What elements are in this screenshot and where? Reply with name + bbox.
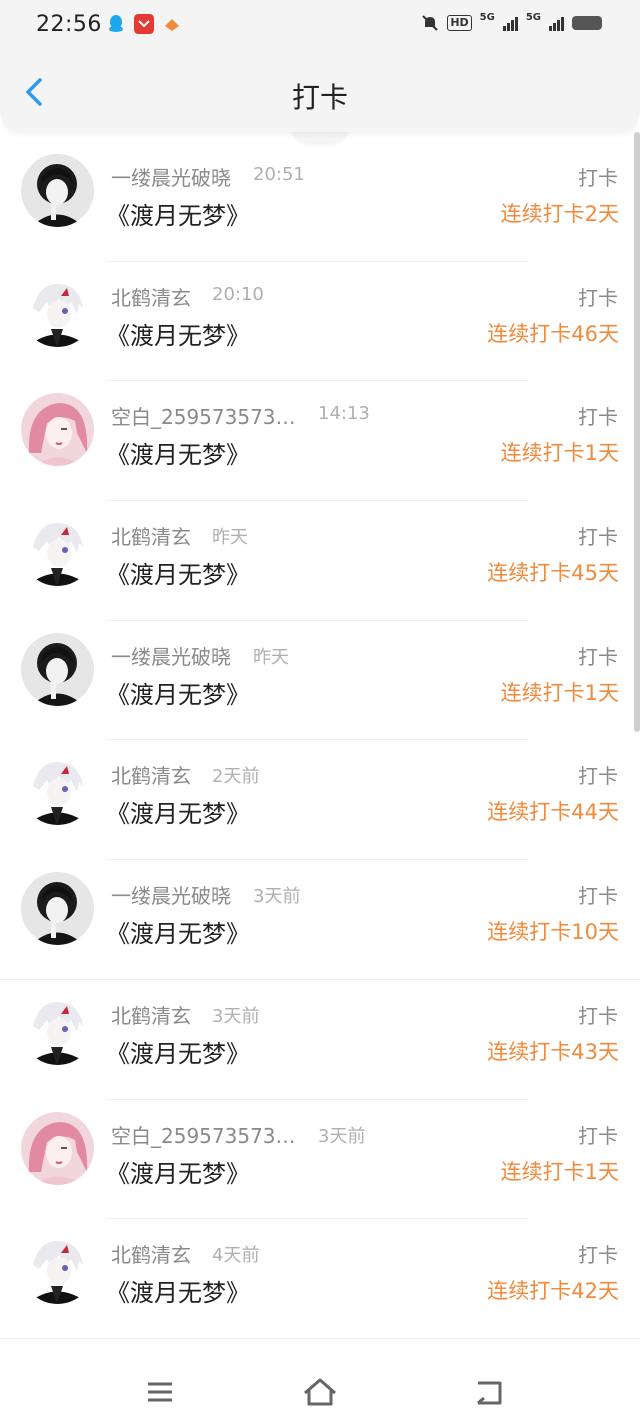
action-label: 打卡: [578, 525, 618, 550]
list-item[interactable]: 空白_259573573… 3天前《渡月无梦》 打卡连续打卡1天: [0, 1100, 640, 1220]
username[interactable]: 北鹤清玄: [111, 1239, 191, 1268]
network-5g-label-2: 5G: [525, 11, 541, 23]
avatar[interactable]: [21, 1111, 94, 1185]
book-title[interactable]: 《渡月无梦》: [106, 555, 250, 590]
signal-icon: [502, 15, 518, 31]
username[interactable]: 北鹤清玄: [111, 521, 191, 550]
avatar[interactable]: [21, 273, 94, 347]
book-title[interactable]: 《渡月无梦》: [106, 1154, 250, 1189]
streak-badge: 连续打卡10天: [487, 920, 619, 945]
streak-badge: 连续打卡46天: [487, 321, 619, 346]
timestamp: 3天前: [318, 1125, 366, 1147]
action-label: 打卡: [578, 166, 618, 190]
status-bar: 22:56 HD 5G 5G: [0, 0, 640, 52]
username[interactable]: 北鹤清玄: [111, 282, 191, 311]
username[interactable]: 空白_259573573…: [111, 1120, 296, 1149]
avatar[interactable]: [21, 752, 94, 826]
timestamp: 14:13: [318, 403, 370, 425]
back-icon[interactable]: [468, 1375, 508, 1409]
streak-badge: 连续打卡2天: [500, 202, 619, 226]
system-icons: HD 5G 5G: [421, 11, 602, 32]
signal-icon-2: [549, 15, 564, 31]
timestamp: 3天前: [253, 886, 301, 908]
username[interactable]: 一缕晨光破晓: [111, 162, 231, 191]
action-label: 打卡: [578, 1123, 618, 1148]
list-item[interactable]: 一缕晨光破晓 20:51 《渡月无梦》 打卡连续打卡2天: [0, 142, 640, 262]
avatar[interactable]: [21, 872, 94, 946]
page-title: 打卡: [291, 81, 348, 114]
avatar[interactable]: [21, 513, 94, 587]
list-item[interactable]: 北鹤清玄 2天前《渡月无梦》 打卡连续打卡44天: [0, 740, 640, 861]
avatar[interactable]: [21, 1231, 94, 1305]
username[interactable]: 一缕晨光破晓: [111, 880, 231, 909]
hd-icon: HD: [447, 15, 472, 31]
action-label: 打卡: [578, 644, 618, 669]
streak-badge: 连续打卡1天: [500, 441, 619, 466]
home-icon[interactable]: [300, 1375, 340, 1409]
list-item[interactable]: 一缕晨光破晓 3天前 《渡月无梦》 打卡连续打卡10天: [0, 860, 640, 980]
list-item[interactable]: 空白_259573573… 14:13 《渡月无梦》 打卡连续打卡1天: [0, 381, 640, 502]
qq-icon: [109, 15, 123, 32]
book-title[interactable]: 《渡月无梦》: [106, 914, 250, 949]
book-title[interactable]: 《渡月无梦》: [106, 316, 250, 351]
timestamp: 2天前: [212, 766, 260, 788]
username[interactable]: 空白_259573573…: [111, 401, 296, 430]
timestamp: 昨天: [212, 527, 248, 549]
list-item[interactable]: 北鹤清玄 昨天《渡月无梦》 打卡连续打卡45天: [0, 501, 640, 621]
book-title[interactable]: 《渡月无梦》: [106, 794, 250, 829]
divider: [0, 1337, 640, 1339]
list-item[interactable]: 一缕晨光破晓 昨天 《渡月无梦》 打卡连续打卡1天: [0, 621, 640, 741]
list-item[interactable]: 北鹤清玄 3天前《渡月无梦》 打卡连续打卡43天: [0, 980, 640, 1100]
timestamp: 4天前: [212, 1245, 260, 1267]
timestamp: 20:51: [253, 164, 305, 185]
streak-badge: 连续打卡43天: [487, 1039, 619, 1064]
streak-badge: 连续打卡1天: [500, 680, 619, 705]
notification-icons: [106, 14, 182, 34]
username[interactable]: 北鹤清玄: [111, 760, 191, 789]
action-label: 打卡: [578, 285, 618, 310]
orange-app-icon: [165, 19, 179, 31]
action-label: 打卡: [578, 764, 618, 789]
avatar[interactable]: [21, 154, 94, 227]
red-app-icon: [134, 14, 154, 34]
battery-icon: [572, 16, 602, 30]
list-item[interactable]: 北鹤清玄 20:10 《渡月无梦》 打卡连续打卡46天: [0, 262, 640, 382]
timestamp: 昨天: [253, 646, 289, 668]
avatar[interactable]: [21, 632, 94, 706]
action-label: 打卡: [578, 884, 618, 909]
streak-badge: 连续打卡45天: [487, 561, 619, 586]
book-title[interactable]: 《渡月无梦》: [106, 435, 250, 470]
book-title[interactable]: 《渡月无梦》: [106, 1273, 250, 1308]
app-header: 打卡: [0, 52, 640, 132]
avatar[interactable]: [21, 991, 94, 1065]
username[interactable]: 北鹤清玄: [111, 1000, 191, 1029]
checkin-list: 一缕晨光破晓 20:51 《渡月无梦》 打卡 连续打卡2天 北鹤清玄 20:10 《渡月无梦…: [0, 142, 640, 1339]
action-label: 打卡: [578, 1243, 618, 1268]
username[interactable]: 一缕晨光破晓: [111, 641, 231, 670]
network-5g-label: 5G: [479, 11, 495, 23]
menu-icon[interactable]: [140, 1375, 180, 1409]
status-time: 22:56: [36, 12, 102, 37]
timestamp: 20:10: [212, 283, 264, 305]
mute-icon: [422, 15, 439, 31]
action-label: 打卡: [578, 405, 618, 430]
system-nav-bar: [0, 1357, 640, 1427]
timestamp: 3天前: [212, 1005, 260, 1027]
action-label: 打卡: [578, 1003, 618, 1028]
streak-badge: 连续打卡42天: [487, 1279, 619, 1304]
book-title[interactable]: 《渡月无梦》: [106, 675, 250, 710]
book-title[interactable]: 《渡月无梦》: [106, 1034, 250, 1069]
list-item[interactable]: 北鹤清玄 4天前《渡月无梦》 打卡连续打卡42天: [0, 1219, 640, 1339]
streak-badge: 连续打卡1天: [500, 1159, 619, 1184]
streak-badge: 连续打卡44天: [487, 800, 619, 825]
avatar[interactable]: [21, 393, 94, 467]
book-title[interactable]: 《渡月无梦》: [106, 196, 250, 231]
